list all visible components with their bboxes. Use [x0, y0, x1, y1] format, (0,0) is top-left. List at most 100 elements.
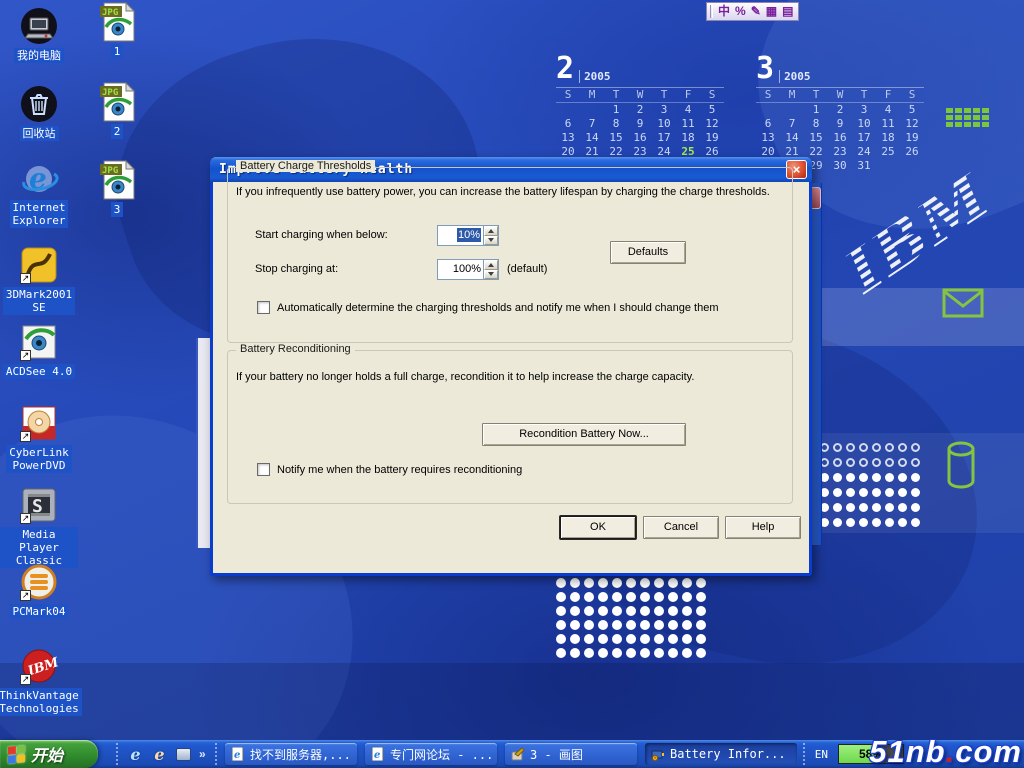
- database-cylinder-icon: [946, 441, 976, 489]
- desktop-icon-jpg-1[interactable]: JPG 1: [92, 2, 142, 59]
- ok-button[interactable]: OK: [560, 516, 636, 539]
- watermark-dot: .: [946, 734, 956, 768]
- recycle-bin-icon: [19, 84, 59, 124]
- notify-recondition-checkbox-row[interactable]: Notify me when the battery requires reco…: [257, 463, 677, 476]
- wallpaper-calendar-february: 2 2005 SMTWTFS12345678910111213141516171…: [556, 55, 724, 173]
- wallpaper-dot-grid: [820, 443, 924, 533]
- desktop-icon-pcmark04[interactable]: PCMark04: [0, 562, 78, 619]
- language-bar[interactable]: 中 % ✎ ▦ ▤: [706, 2, 799, 21]
- ime-menu-icon[interactable]: ▤: [782, 3, 793, 20]
- taskbar-separator: [215, 743, 217, 765]
- desktop-icon-label: Internet Explorer: [10, 200, 69, 228]
- ime-chinese-icon[interactable]: 中: [718, 3, 730, 20]
- quick-launch-bar: e e »: [108, 740, 225, 768]
- stop-charging-label: Stop charging at:: [255, 263, 338, 275]
- jpg-file-icon: JPG: [97, 2, 137, 42]
- svg-text:JPG: JPG: [102, 88, 118, 98]
- recondition-battery-now-button[interactable]: Recondition Battery Now...: [482, 423, 686, 446]
- envelope-icon: [942, 288, 984, 318]
- task-button-label: 3 - 画图: [530, 746, 583, 763]
- thinkvantage-icon: IBM: [19, 646, 59, 686]
- notify-recondition-checkbox[interactable]: [257, 463, 270, 476]
- desktop-icon-label: 我的电脑: [14, 48, 64, 63]
- quick-launch-browser-icon[interactable]: e: [151, 746, 168, 763]
- battery-charge-thresholds-group: Battery Charge Thresholds If you infrequ…: [227, 167, 793, 343]
- spinner-down-icon[interactable]: [484, 270, 498, 280]
- auto-determine-label: Automatically determine the charging thr…: [277, 302, 718, 314]
- stop-charging-value[interactable]: 100%: [438, 260, 483, 279]
- battery-reconditioning-group: Battery Reconditioning If your battery n…: [227, 350, 793, 504]
- quick-launch-more-icon[interactable]: »: [199, 747, 206, 761]
- auto-determine-checkbox-row[interactable]: Automatically determine the charging thr…: [257, 301, 777, 314]
- desktop-icon-powerdvd[interactable]: CyberLink PowerDVD: [0, 403, 78, 473]
- calendar-year: 2005: [579, 70, 611, 83]
- internet-explorer-icon: e: [19, 158, 59, 198]
- spinner-up-icon[interactable]: [484, 226, 498, 236]
- ime-fullwidth-icon[interactable]: %: [735, 3, 746, 20]
- svg-text:e: e: [374, 750, 380, 761]
- calendar-year: 2005: [779, 70, 811, 83]
- start-charging-value[interactable]: 10%: [457, 228, 481, 242]
- jpg-file-icon: JPG: [97, 160, 137, 200]
- desktop-icon-label: 2: [111, 124, 124, 139]
- start-charging-label: Start charging when below:: [255, 229, 388, 241]
- task-button-label: 专门网论坛 - ...: [390, 746, 493, 763]
- task-button-paint[interactable]: 3 - 画图: [505, 743, 637, 765]
- desktop-icon-recycle-bin[interactable]: 回收站: [0, 84, 78, 141]
- shortcut-arrow-icon: [20, 431, 31, 442]
- start-button[interactable]: 开始: [0, 740, 98, 768]
- ie-page-icon: e: [371, 747, 385, 761]
- recondition-group-description: If your battery no longer holds a full c…: [236, 371, 694, 383]
- wallpaper-calendar-march: 3 2005 SMTWTFS12345678910111213141516171…: [756, 55, 924, 173]
- powerdvd-icon: [19, 403, 59, 443]
- wallpaper-band: [0, 663, 1024, 740]
- desktop-icon-label: ACDSee 4.0: [3, 364, 75, 379]
- spinner-up-icon[interactable]: [484, 260, 498, 270]
- shortcut-arrow-icon: [20, 513, 31, 524]
- tray-language-indicator[interactable]: EN: [815, 748, 828, 761]
- desktop-icon-jpg-3[interactable]: JPG 3: [92, 160, 142, 217]
- keyboard-grid-icon: [946, 108, 989, 127]
- desktop-icon-acdsee[interactable]: ACDSee 4.0: [0, 322, 78, 379]
- cancel-button[interactable]: Cancel: [643, 516, 719, 539]
- task-button-browser-1[interactable]: e 找不到服务器,...: [225, 743, 357, 765]
- help-button[interactable]: Help: [725, 516, 801, 539]
- defaults-button[interactable]: Defaults: [610, 241, 686, 264]
- desktop-icon-3dmark2001[interactable]: 3DMark2001 SE: [0, 245, 78, 315]
- task-button-browser-2[interactable]: e 专门网论坛 - ...: [365, 743, 497, 765]
- desktop-icon-label: 回收站: [20, 126, 59, 141]
- language-bar-grip[interactable]: [710, 5, 713, 18]
- quick-launch-ie-icon[interactable]: e: [127, 746, 144, 763]
- desktop-icon-my-computer[interactable]: 我的电脑: [0, 6, 78, 63]
- shortcut-arrow-icon: [20, 674, 31, 685]
- start-charging-spinner[interactable]: 10%: [437, 225, 499, 246]
- ie-page-icon: e: [231, 747, 245, 761]
- watermark-51nb: 51nb.com: [869, 734, 1022, 768]
- desktop-icon-label: PCMark04: [10, 604, 69, 619]
- desktop-icon-internet-explorer[interactable]: e Internet Explorer: [0, 158, 78, 228]
- notify-recondition-label: Notify me when the battery requires reco…: [277, 464, 522, 476]
- pcmark04-icon: [19, 562, 59, 602]
- svg-text:JPG: JPG: [102, 8, 118, 18]
- ime-keyboard-icon[interactable]: ▦: [766, 3, 777, 20]
- task-button-label: Battery Infor...: [670, 747, 786, 761]
- charge-group-description: If you infrequently use battery power, y…: [236, 186, 770, 198]
- improve-battery-health-dialog: Improve Battery Health Battery Charge Th…: [210, 157, 812, 576]
- spinner-down-icon[interactable]: [484, 236, 498, 246]
- desktop-icon-label: CyberLink PowerDVD: [6, 445, 72, 473]
- desktop-icon-media-player-classic[interactable]: S Media Player Classic: [0, 485, 78, 568]
- wallpaper-dot-grid: [556, 578, 710, 662]
- auto-determine-checkbox[interactable]: [257, 301, 270, 314]
- task-button-label: 找不到服务器,...: [250, 746, 351, 763]
- show-desktop-icon[interactable]: [175, 746, 192, 763]
- shortcut-arrow-icon: [20, 590, 31, 601]
- desktop-icon-label: 3: [111, 202, 124, 217]
- desktop-icon-label: 3DMark2001 SE: [3, 287, 75, 315]
- 3dmark2001-icon: [19, 245, 59, 285]
- my-computer-icon: [19, 6, 59, 46]
- ime-pen-icon[interactable]: ✎: [751, 3, 761, 20]
- desktop-icon-thinkvantage[interactable]: IBM ThinkVantage Technologies: [0, 646, 78, 716]
- task-button-battery-information[interactable]: Battery Infor...: [645, 743, 797, 765]
- stop-charging-spinner[interactable]: 100%: [437, 259, 499, 280]
- desktop-icon-jpg-2[interactable]: JPG 2: [92, 82, 142, 139]
